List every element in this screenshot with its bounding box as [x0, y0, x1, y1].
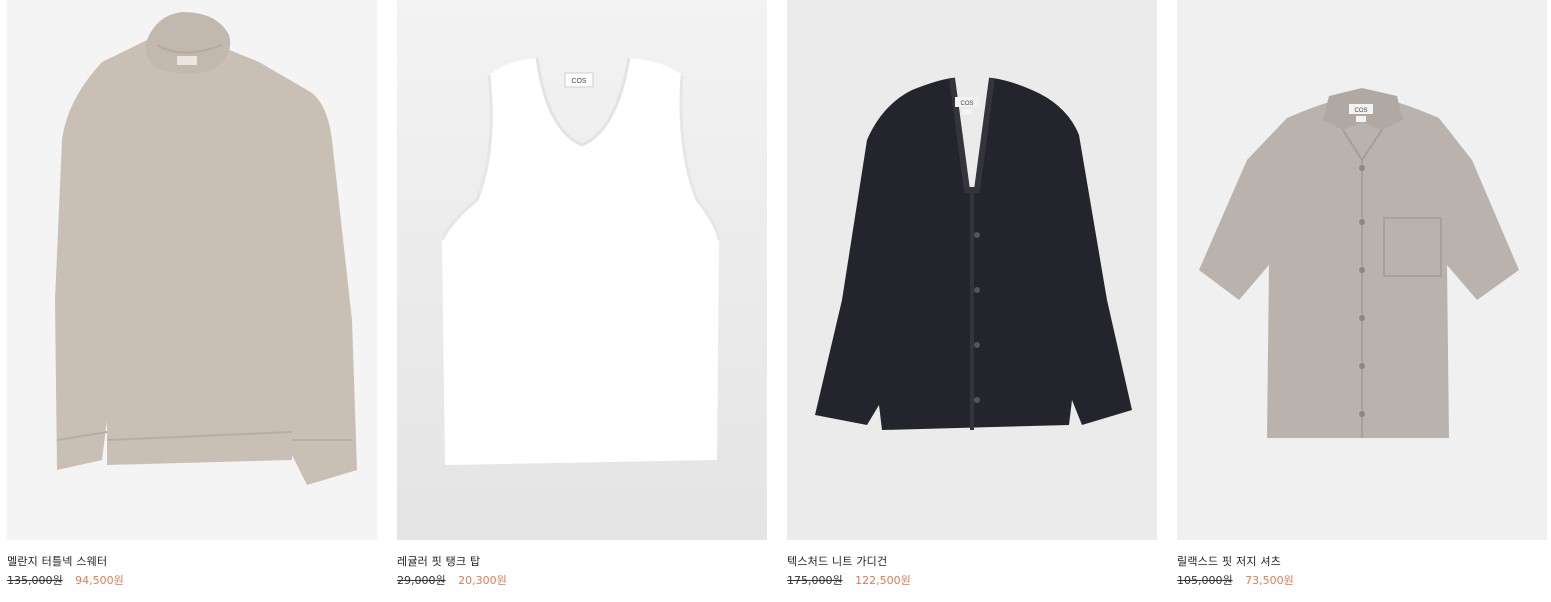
original-price: 175,000원: [787, 574, 843, 587]
product-image-turtleneck-sweater[interactable]: [7, 0, 377, 540]
original-price: 135,000원: [7, 574, 63, 587]
product-name[interactable]: 레귤러 핏 탱크 탑: [397, 553, 480, 569]
sale-price: 73,500원: [1245, 574, 1294, 587]
product-image-jersey-shirt[interactable]: COS: [1177, 0, 1547, 540]
product-card[interactable]: 멜란지 터틀넥 스웨터 135,000원 94,500원: [7, 0, 377, 587]
product-card[interactable]: COS 릴랙스드 핏 저지 셔츠 105,000원 73,500원: [1177, 0, 1547, 587]
product-price: 105,000원 73,500원: [1177, 572, 1294, 588]
product-price: 135,000원 94,500원: [7, 572, 124, 588]
product-price: 175,000원 122,500원: [787, 572, 911, 588]
sale-price: 20,300원: [458, 574, 507, 587]
product-name[interactable]: 릴랙스드 핏 저지 셔츠: [1177, 553, 1281, 569]
brand-label: COS: [960, 101, 973, 107]
product-image-tank-top[interactable]: COS: [397, 0, 767, 540]
original-price: 105,000원: [1177, 574, 1233, 587]
product-grid: 멜란지 터틀넥 스웨터 135,000원 94,500원 COS 레귤러 핏 탱…: [0, 0, 1551, 602]
brand-label: COS: [571, 78, 587, 85]
sale-price: 94,500원: [75, 574, 124, 587]
product-price: 29,000원 20,300원: [397, 572, 507, 588]
product-name[interactable]: 텍스처드 니트 가디건: [787, 553, 887, 569]
product-name[interactable]: 멜란지 터틀넥 스웨터: [7, 553, 107, 569]
original-price: 29,000원: [397, 574, 446, 587]
product-card[interactable]: COS 텍스처드 니트 가디건 175,000원 122,500원: [787, 0, 1157, 587]
product-image-cardigan[interactable]: COS: [787, 0, 1157, 540]
product-card[interactable]: COS 레귤러 핏 탱크 탑 29,000원 20,300원: [397, 0, 767, 587]
brand-label: COS: [1354, 108, 1367, 114]
sale-price: 122,500원: [855, 574, 911, 587]
